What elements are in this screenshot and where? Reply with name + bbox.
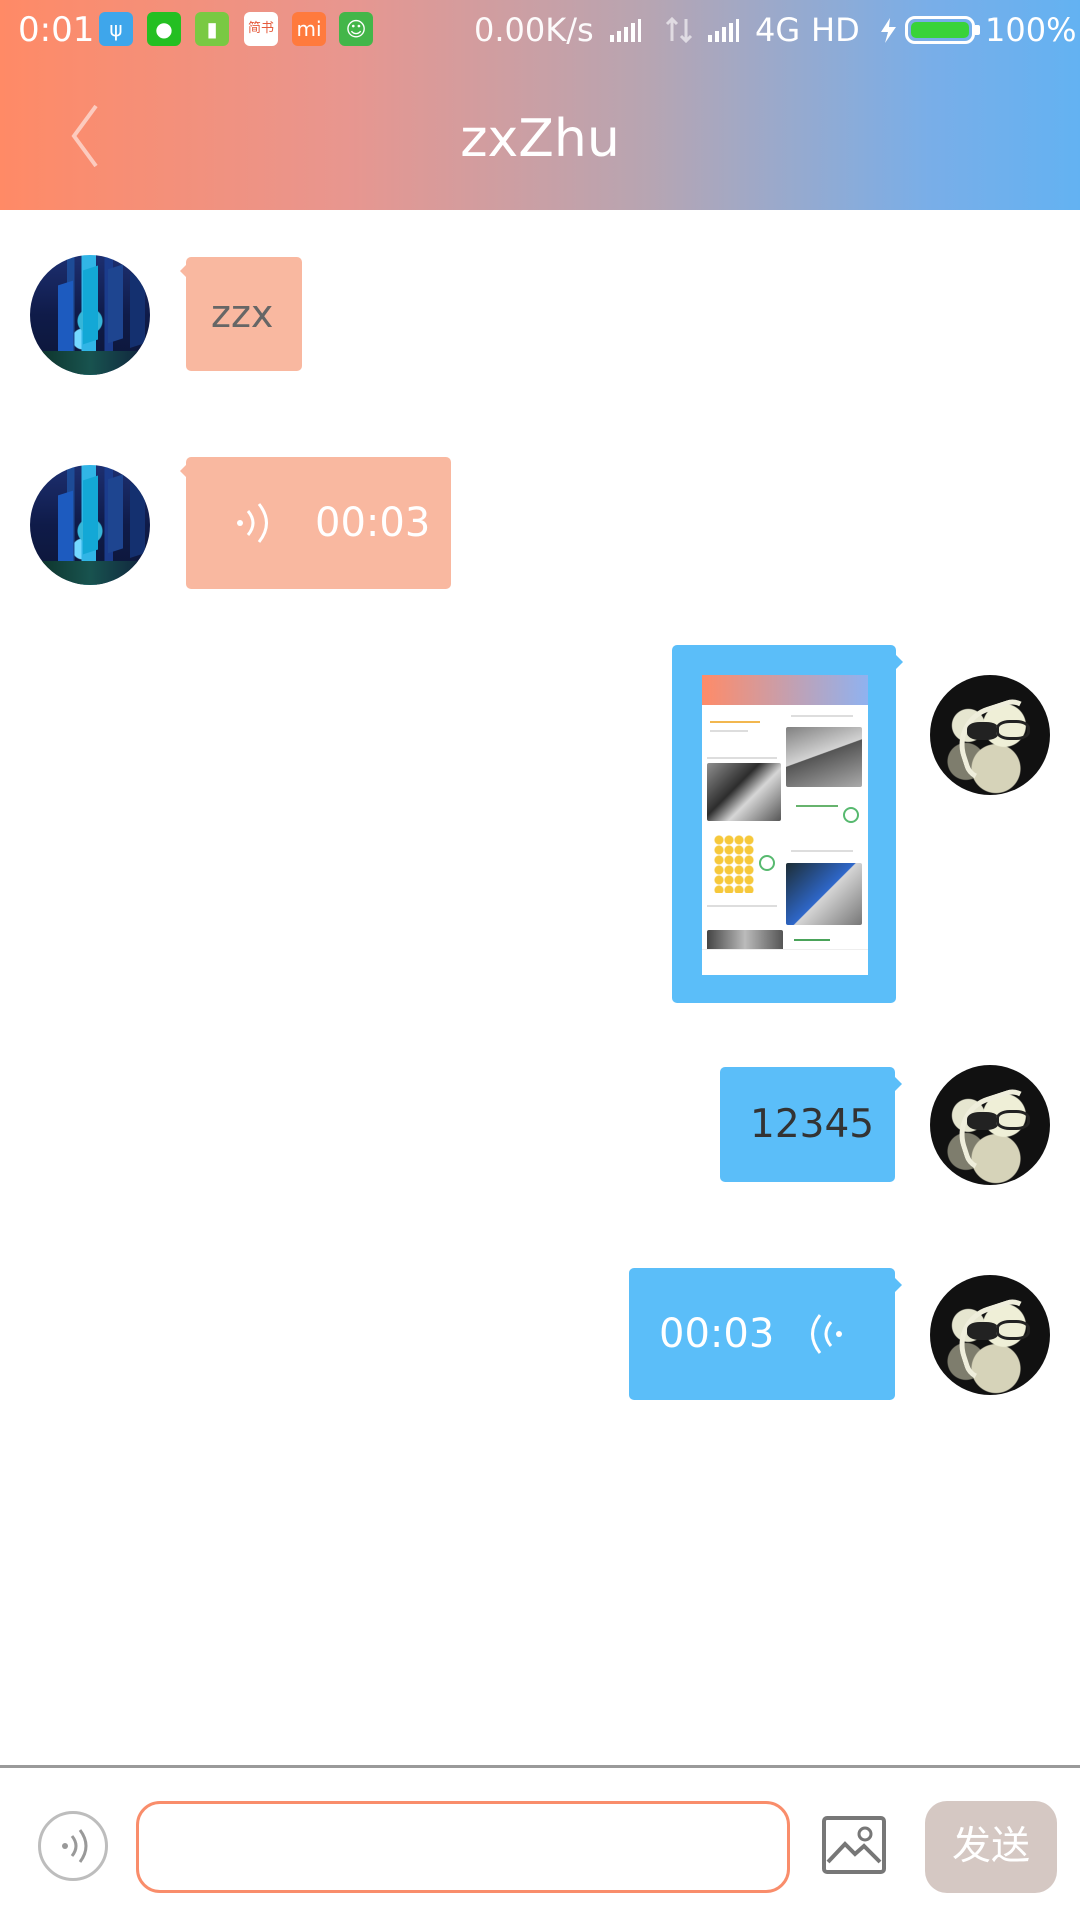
outgoing-text-message[interactable]: 12345: [720, 1067, 902, 1182]
incoming-text-message[interactable]: zzx: [180, 257, 302, 371]
battery-level: [911, 22, 969, 38]
mini-bottom-nav: [702, 949, 868, 975]
mini-voice-icon: [843, 807, 859, 823]
mini-desk-photo: [707, 763, 781, 821]
sent-screenshot-image[interactable]: [702, 675, 868, 975]
contact-avatar[interactable]: [30, 465, 150, 585]
mini-app-feed: [702, 705, 868, 960]
message-text: zzx: [211, 292, 274, 336]
jianshu-icon: 简书: [244, 12, 278, 46]
usb-icon: ψ: [99, 12, 133, 46]
cat-app-icon: ☺: [339, 12, 373, 46]
status-bar: 0:01 ψ ● ▮ 简书 mi ☺ 0.00K/s 4G HD 100%: [0, 0, 1080, 60]
chat-header: 0:01 ψ ● ▮ 简书 mi ☺ 0.00K/s 4G HD 100% zx…: [0, 0, 1080, 210]
hd-indicator: HD: [811, 11, 860, 49]
battery-app-icon: ▮: [195, 12, 229, 46]
send-button[interactable]: 发送: [925, 1801, 1057, 1893]
page-title: zxZhu: [460, 109, 620, 169]
image-icon: [822, 1816, 886, 1874]
mini-right-column: [786, 705, 868, 960]
contact-avatar[interactable]: [30, 255, 150, 375]
status-time: 0:01: [18, 10, 95, 50]
message-text: 12345: [750, 1102, 875, 1147]
back-button[interactable]: [62, 98, 122, 174]
chat-message-list[interactable]: zzx 00:03 12345 00:03: [0, 210, 1080, 1765]
outgoing-voice-message[interactable]: 00:03: [629, 1268, 902, 1400]
wechat-icon: ●: [147, 12, 181, 46]
voice-icon: [62, 1829, 88, 1863]
network-speed: 0.00K/s: [474, 11, 594, 49]
mini-floor-photo: [786, 727, 862, 787]
outgoing-image-message[interactable]: [672, 645, 903, 1003]
user-avatar[interactable]: [930, 1275, 1050, 1395]
signal-icon: [610, 19, 641, 42]
battery-icon: [905, 16, 980, 44]
battery-percent: 100%: [985, 11, 1077, 49]
charging-icon: [881, 18, 896, 43]
voice-wave-icon: [791, 1305, 849, 1363]
voice-duration: 00:03: [315, 500, 431, 546]
mini-emoji-grid: [714, 835, 754, 893]
voice-wave-icon: [230, 494, 288, 552]
mini-screen-photo: [786, 863, 862, 925]
cell-signal-icon: [708, 19, 739, 42]
voice-duration: 00:03: [659, 1311, 775, 1357]
message-composer: 发送: [0, 1765, 1080, 1920]
image-picker-button[interactable]: [820, 1814, 888, 1876]
mini-app-header: [702, 675, 868, 705]
incoming-voice-message[interactable]: 00:03: [180, 457, 451, 589]
chevron-left-icon: [71, 104, 98, 168]
user-avatar[interactable]: [930, 675, 1050, 795]
user-avatar[interactable]: [930, 1065, 1050, 1185]
voice-input-button[interactable]: [38, 1811, 108, 1881]
network-type: 4G: [755, 11, 801, 49]
mini-left-column: [702, 705, 784, 960]
message-input[interactable]: [136, 1801, 790, 1893]
mini-voice-icon: [759, 855, 775, 871]
data-transfer-icon: [665, 16, 693, 44]
mi-store-icon: mi: [292, 12, 326, 46]
